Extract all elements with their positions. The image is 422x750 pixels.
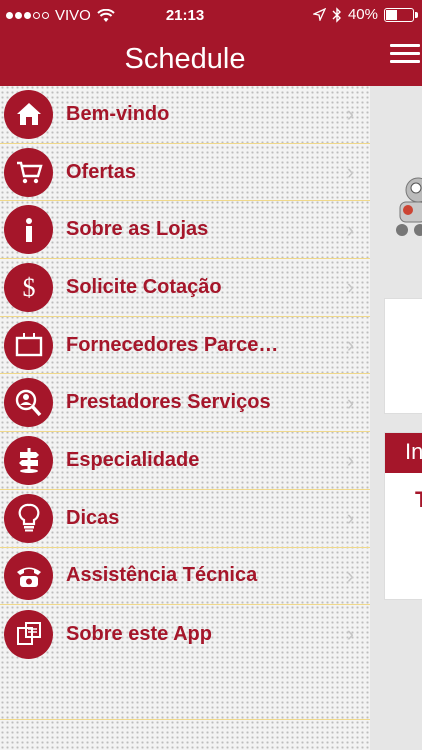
menu-item-prestadores-servicos[interactable]: Prestadores Serviços › (0, 374, 370, 433)
menu-item-especialidade[interactable]: Especialidade › (0, 432, 370, 490)
robot-mascot-icon (396, 177, 422, 236)
divider (0, 719, 370, 720)
cart-icon (4, 147, 53, 197)
chevron-right-icon: › (346, 101, 354, 127)
chevron-right-icon: › (346, 159, 354, 185)
menu-item-label: Fornecedores Parce… (66, 333, 279, 356)
chevron-right-icon: › (346, 274, 354, 300)
menu-item-assistencia-tecnica[interactable]: Assistência Técnica › (0, 548, 370, 606)
menu-item-sobre-as-lojas[interactable]: Sobre as Lojas › (0, 201, 370, 260)
battery-icon (384, 7, 418, 22)
telephone-icon (4, 551, 53, 601)
menu-item-fornecedores-parceiros[interactable]: Fornecedores Parce… › (0, 317, 370, 375)
chevron-right-icon: › (346, 216, 354, 242)
menu-item-solicite-cotacao[interactable]: $ Solicite Cotação › (0, 259, 370, 317)
status-right: 40% (312, 6, 418, 23)
menu-item-label: Assistência Técnica (66, 564, 258, 587)
status-bar: VIVO 21:13 40% (0, 0, 422, 32)
menu-title: Schedule (0, 32, 370, 86)
chevron-right-icon: › (346, 505, 354, 531)
info-card-header: In (385, 433, 422, 473)
location-arrow-icon (312, 8, 326, 21)
side-menu: Schedule Bem-vindo › Ofertas › Sobre as … (0, 0, 370, 750)
lightbulb-icon (4, 493, 53, 543)
menu-item-bem-vindo[interactable]: Bem-vindo › (0, 86, 370, 144)
info-card: In T (384, 432, 422, 600)
menu-item-label: Ofertas (66, 160, 137, 183)
chevron-right-icon: › (346, 562, 354, 588)
menu-item-label: Sobre as Lojas (66, 218, 209, 241)
menu-item-label: Prestadores Serviços (66, 391, 271, 414)
search-person-icon (4, 378, 53, 428)
tv-icon (4, 320, 53, 370)
menu-item-label: Bem-vindo (66, 102, 170, 125)
menu-list: Bem-vindo › Ofertas › Sobre as Lojas › $… (0, 86, 370, 663)
content-card (384, 298, 422, 414)
menu-item-label: Especialidade (66, 448, 200, 471)
dollar-icon: $ (4, 262, 53, 312)
menu-item-label: Solicite Cotação (66, 275, 222, 298)
info-icon (4, 205, 53, 255)
chevron-right-icon: › (346, 332, 354, 358)
home-icon (4, 89, 53, 139)
hamburger-menu-icon[interactable] (390, 44, 420, 66)
chevron-right-icon: › (346, 447, 354, 473)
main-screen: In T (370, 0, 422, 750)
menu-item-dicas[interactable]: Dicas › (0, 490, 370, 548)
chevron-right-icon: › (346, 389, 354, 415)
app-icon (4, 609, 53, 659)
svg-text:$: $ (22, 273, 35, 302)
menu-item-label: Dicas (66, 506, 120, 529)
battery-percent: 40% (347, 6, 378, 23)
menu-item-label: Sobre este App (66, 622, 212, 645)
info-card-text: T (415, 487, 422, 512)
menu-item-ofertas[interactable]: Ofertas › (0, 144, 370, 202)
menu-item-sobre-este-app[interactable]: Sobre este App › (0, 605, 370, 663)
bluetooth-icon (332, 6, 341, 23)
signpost-icon (4, 435, 53, 485)
chevron-right-icon: › (346, 621, 354, 647)
